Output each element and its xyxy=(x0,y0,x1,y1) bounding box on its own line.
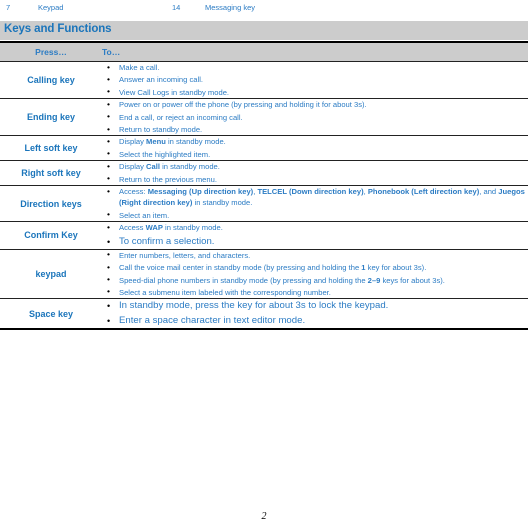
function-list: Power on or power off the phone (by pres… xyxy=(102,99,528,136)
plain-text: in standby mode. xyxy=(162,223,223,233)
plain-text: Display xyxy=(119,162,147,172)
function-list-item: Answer an incoming call. xyxy=(102,74,528,86)
key-functions-cell: Access: Messaging (Up direction key), TE… xyxy=(102,185,528,223)
plain-text: in standby mode. xyxy=(159,162,220,172)
function-list: Display Menu in standby mode.Select the … xyxy=(102,136,528,160)
function-list-item: Select the highlighted item. xyxy=(102,148,528,160)
key-name-cell: Direction keys xyxy=(0,185,102,223)
function-list: Enter numbers, letters, and characters. C… xyxy=(102,249,528,299)
table-row: Direction keysAccess: Messaging (Up dire… xyxy=(0,185,528,223)
plain-text: keys for about 3s). xyxy=(380,275,445,285)
key-name-cell: keypad xyxy=(0,249,102,300)
function-list-item: Access WAP in standby mode. xyxy=(102,222,528,234)
key-name-cell: Left soft key xyxy=(0,135,102,162)
function-list: Display Call in standby mode.Return to t… xyxy=(102,161,528,185)
table-row: Left soft keyDisplay Menu in standby mod… xyxy=(0,135,528,162)
plain-text: Call the voice mail center in standby mo… xyxy=(119,263,362,273)
key-name-cell: Ending key xyxy=(0,98,102,137)
plain-text: in standby mode. xyxy=(165,137,226,147)
table-row: Space key In standby mode, press the key … xyxy=(0,298,528,331)
table-row: Calling key Make a call. Answer an incomin… xyxy=(0,61,528,100)
table-row: Right soft keyDisplay Call in standby mo… xyxy=(0,160,528,187)
function-list-item: Select an item. xyxy=(102,209,528,221)
key-functions-cell: Power on or power off the phone (by pres… xyxy=(102,99,528,137)
table-body: Calling key Make a call. Answer an incomin… xyxy=(0,61,528,331)
running-head-entry1-label: Keypad xyxy=(38,3,64,12)
plain-text: Speed-dial phone numbers in standby mode… xyxy=(119,275,368,285)
table-row: Confirm KeyAccess WAP in standby mode.To… xyxy=(0,221,528,250)
key-functions-cell: Enter numbers, letters, and characters. C… xyxy=(102,249,528,300)
plain-text: In standby mode, press the key for about… xyxy=(119,300,389,312)
column-header-press: Press… xyxy=(0,41,102,62)
key-name-cell: Right soft key xyxy=(0,160,102,187)
page-number: 2 xyxy=(261,511,267,522)
function-list-item: Enter numbers, letters, and characters. xyxy=(102,249,528,261)
function-list: In standby mode, press the key for about… xyxy=(102,299,528,328)
plain-text: Power on or power off the phone (by pres… xyxy=(119,100,367,110)
function-list-item: Make a call. xyxy=(102,61,528,73)
emphasis-text: Phonebook (Left direction key) xyxy=(367,187,480,197)
emphasis-text: Call xyxy=(146,162,160,172)
function-list-item: Enter a space character in text editor m… xyxy=(102,314,528,328)
page-title: Keys and Functions xyxy=(4,23,112,35)
emphasis-text: WAP xyxy=(145,223,163,233)
plain-text: Enter a space character in text editor m… xyxy=(119,315,306,327)
function-list-item: Display Menu in standby mode. xyxy=(102,136,528,148)
function-list-item: Return to standby mode. xyxy=(102,124,528,136)
plain-text: in standby mode. xyxy=(192,198,253,208)
table-row: Ending key Power on or power off the phon… xyxy=(0,98,528,137)
running-head-entry2-label: Messaging key xyxy=(205,3,256,12)
plain-text: Select a submenu item labeled with the c… xyxy=(119,287,331,297)
key-functions-cell: Display Menu in standby mode.Select the … xyxy=(102,136,528,162)
function-list: Make a call. Answer an incoming call. View… xyxy=(102,61,528,98)
column-header-to: To… xyxy=(102,41,528,62)
running-head-entry2-number: 14 xyxy=(172,3,181,12)
key-functions-cell: Make a call. Answer an incoming call. View… xyxy=(102,61,528,100)
plain-text: Return to the previous menu. xyxy=(119,174,217,184)
key-functions-cell: Display Call in standby mode.Return to t… xyxy=(102,161,528,187)
function-list-item: Select a submenu item labeled with the c… xyxy=(102,286,528,298)
key-name-cell: Calling key xyxy=(0,61,102,100)
key-name-cell: Confirm Key xyxy=(0,221,102,250)
function-list-item: Speed-dial phone numbers in standby mode… xyxy=(102,274,528,286)
emphasis-text: TELCEL (Down direction key) xyxy=(257,187,364,197)
section-heading-band: Keys and Functions xyxy=(0,21,528,40)
table-header-row: Press… To… xyxy=(0,41,528,62)
emphasis-text: Messaging (Up direction key) xyxy=(147,187,254,197)
plain-text: Select an item. xyxy=(119,210,170,220)
running-head-entry1-number: 7 xyxy=(6,3,11,12)
plain-text: , and xyxy=(479,187,499,197)
function-list: Access WAP in standby mode.To confirm a … xyxy=(102,222,528,249)
function-list-item: Return to the previous menu. xyxy=(102,173,528,185)
function-list-item: To confirm a selection. xyxy=(102,235,528,249)
emphasis-text: 2–9 xyxy=(367,275,381,285)
function-list-item: Power on or power off the phone (by pres… xyxy=(102,99,528,111)
plain-text: Access xyxy=(119,223,146,233)
plain-text: Display xyxy=(119,137,147,147)
plain-text: Return to standby mode. xyxy=(119,125,203,135)
plain-text: End a call, or reject an incoming call. xyxy=(119,112,243,122)
plain-text: Answer an incoming call. xyxy=(119,75,203,85)
function-list-item: End a call, or reject an incoming call. xyxy=(102,111,528,123)
function-list-item: Access: Messaging (Up direction key), TE… xyxy=(102,186,528,209)
function-list: Access: Messaging (Up direction key), TE… xyxy=(102,186,528,222)
emphasis-text: Menu xyxy=(146,137,166,147)
plain-text: Make a call. xyxy=(119,63,160,72)
key-functions-cell: In standby mode, press the key for about… xyxy=(102,298,528,331)
function-list-item: In standby mode, press the key for about… xyxy=(102,299,528,313)
plain-text: To confirm a selection. xyxy=(119,235,215,247)
plain-text: key for about 3s). xyxy=(365,263,427,273)
plain-text: Access: xyxy=(119,187,148,197)
key-functions-cell: Access WAP in standby mode.To confirm a … xyxy=(102,222,528,250)
plain-text: View Call Logs in standby mode. xyxy=(119,87,230,97)
key-name-cell: Space key xyxy=(0,298,102,331)
function-list-item: View Call Logs in standby mode. xyxy=(102,86,528,98)
plain-text: Select the highlighted item. xyxy=(119,149,211,159)
running-head: 7 Keypad 14 Messaging key xyxy=(0,1,528,15)
keys-and-functions-table: Press… To… Calling key Make a call. Answer… xyxy=(0,41,528,331)
table-row: keypadEnter numbers, letters, and charac… xyxy=(0,249,528,300)
function-list-item: Call the voice mail center in standby mo… xyxy=(102,262,528,274)
function-list-item: Display Call in standby mode. xyxy=(102,161,528,173)
plain-text: Enter numbers, letters, and characters. xyxy=(119,250,251,260)
